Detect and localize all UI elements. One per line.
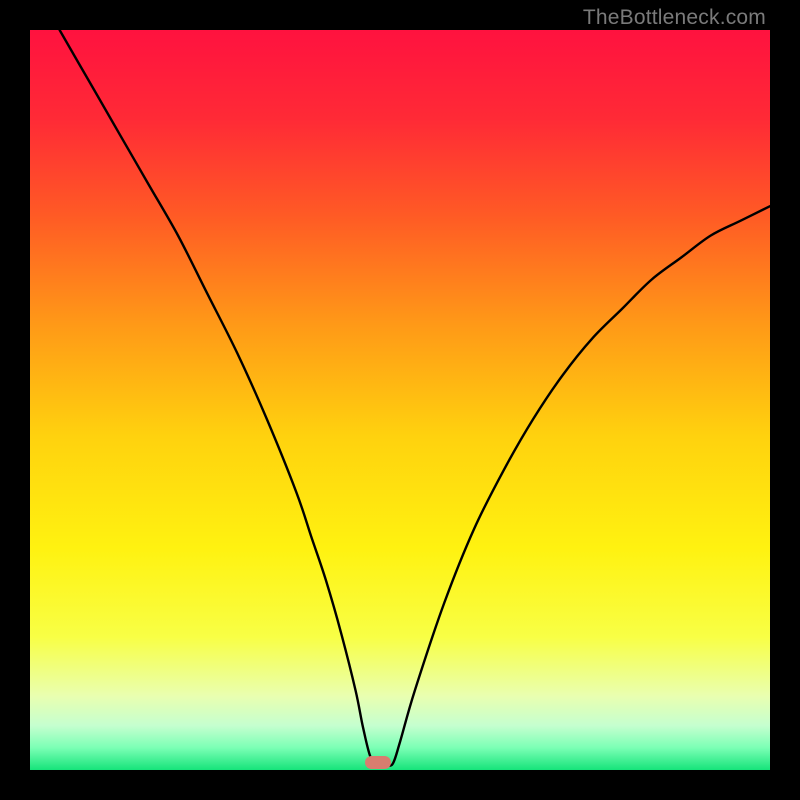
plot-area [30,30,770,770]
watermark-text: TheBottleneck.com [583,6,766,30]
chart-frame: TheBottleneck.com [0,0,800,800]
bottleneck-curve [30,30,770,770]
optimal-marker [365,756,391,769]
